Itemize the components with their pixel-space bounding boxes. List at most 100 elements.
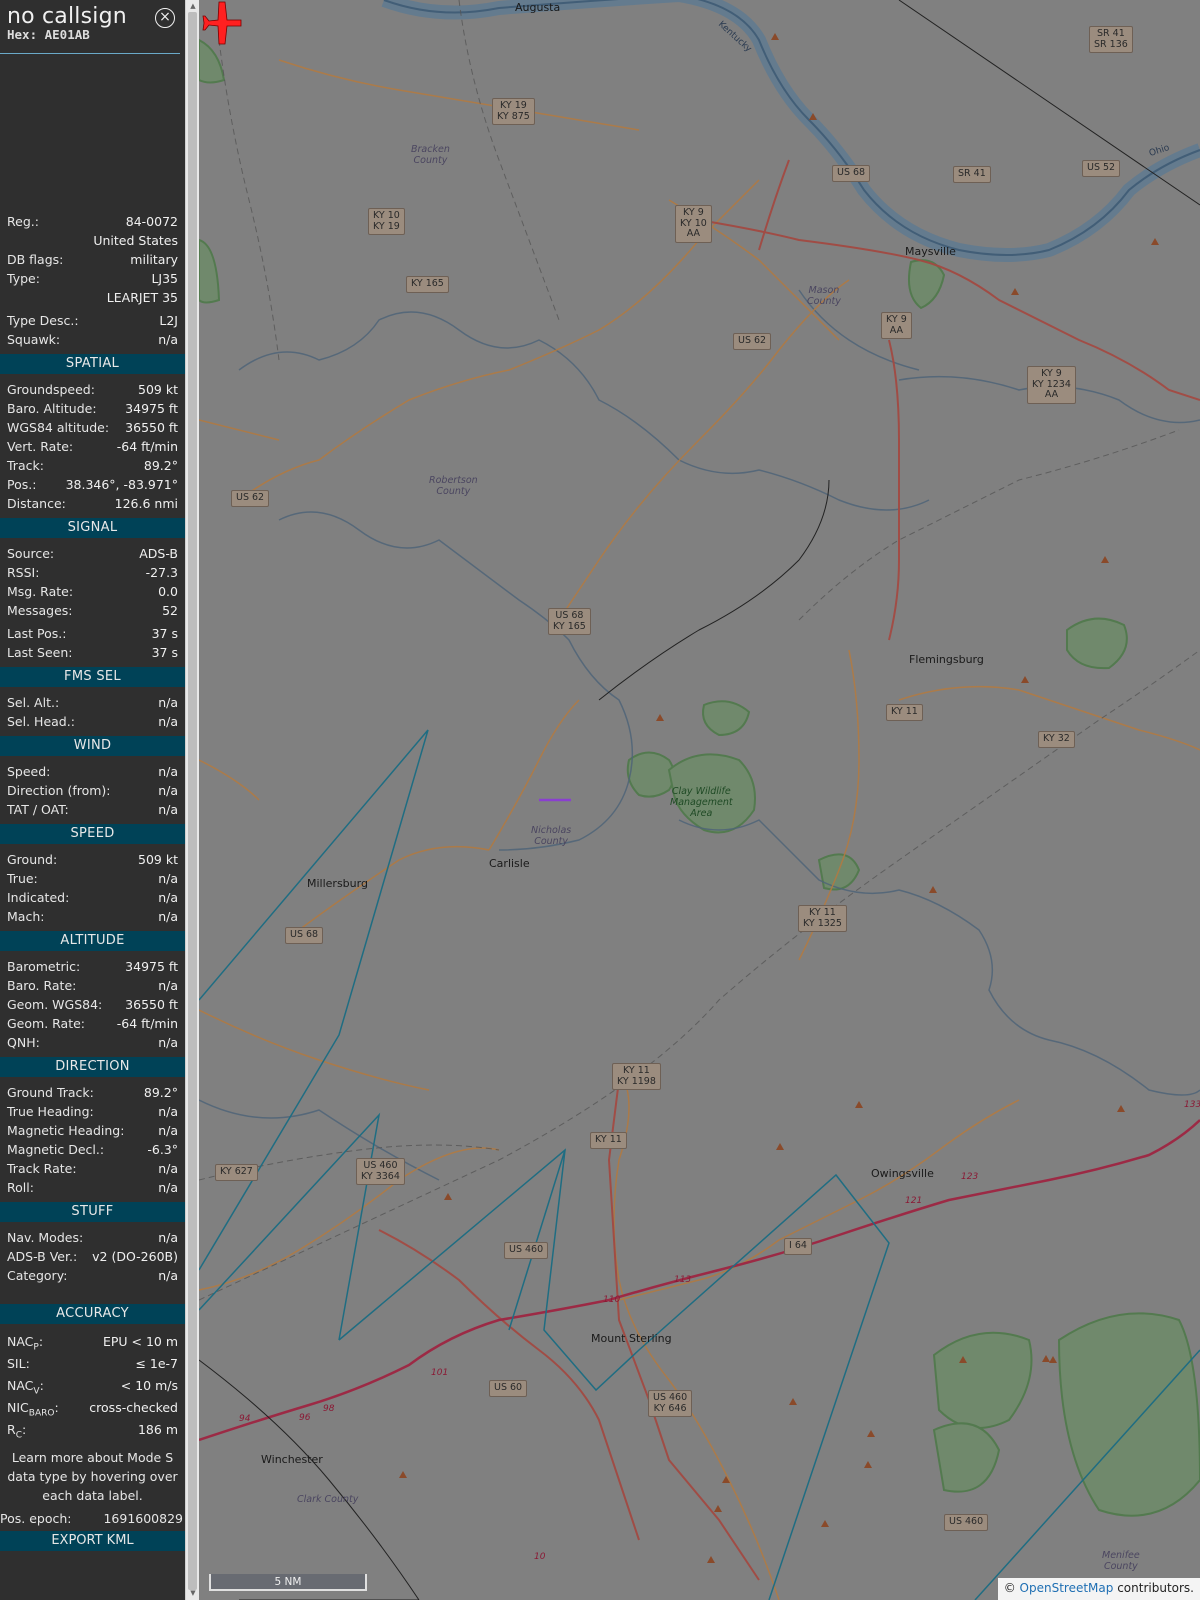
info-row-dbflags: DB flags: military xyxy=(0,250,185,269)
place-mount-sterling: Mount Sterling xyxy=(591,1332,672,1345)
section-spatial[interactable]: SPATIAL xyxy=(0,354,185,374)
stuff-rows: Nav. Modes: n/a ADS-B Ver.: v2 (DO-260B) Cat… xyxy=(0,1228,185,1285)
section-altitude[interactable]: ALTITUDE xyxy=(0,931,185,951)
field-label: Roll: xyxy=(7,1180,34,1195)
field-value: -6.3° xyxy=(147,1142,178,1157)
attribution-suffix: contributors. xyxy=(1117,1581,1194,1595)
info-row: Messages: 52 xyxy=(0,601,185,620)
route-shield: KY 11 xyxy=(886,704,923,721)
nacv-label: NACV: xyxy=(7,1377,44,1396)
section-fms[interactable]: FMS SEL xyxy=(0,667,185,687)
route-shield: US 68 xyxy=(285,927,324,944)
exit-number: 96 xyxy=(299,1413,311,1423)
openstreetmap-link[interactable]: OpenStreetMap xyxy=(1020,1581,1114,1595)
field-value: n/a xyxy=(158,871,178,886)
field-value: 0.0 xyxy=(158,584,178,599)
info-row: RSSI: -27.3 xyxy=(0,563,185,582)
reg-label: Reg.: xyxy=(7,214,39,229)
field-value: 34975 ft xyxy=(125,401,178,416)
field-label: Mach: xyxy=(7,909,45,924)
place-owingsville: Owingsville xyxy=(871,1167,934,1180)
route-shield: KY 9 AA xyxy=(881,312,912,339)
field-label: Last Seen: xyxy=(7,645,73,660)
exit-number: 101 xyxy=(431,1368,449,1378)
section-wind[interactable]: WIND xyxy=(0,736,185,756)
nacp-value: EPU < 10 m xyxy=(102,1333,178,1349)
info-row: Mach: n/a xyxy=(0,907,185,926)
scrollbar-thumb[interactable] xyxy=(188,12,197,1590)
field-label: TAT / OAT: xyxy=(7,802,69,817)
route-shield: SR 41 SR 136 xyxy=(1089,26,1133,53)
type-label: Type: xyxy=(7,271,40,286)
route-shield: KY 9 KY 10 AA xyxy=(675,205,712,243)
route-shield: US 460 xyxy=(944,1514,989,1531)
close-icon[interactable]: × xyxy=(155,8,175,28)
accuracy-row-nacp: NACP: EPU < 10 m xyxy=(0,1330,185,1352)
exit-number: 123 xyxy=(961,1172,979,1182)
field-label: Nav. Modes: xyxy=(7,1230,84,1245)
field-label: Msg. Rate: xyxy=(7,584,74,599)
info-row: Distance: 126.6 nmi xyxy=(0,494,185,513)
info-row: Geom. Rate: -64 ft/min xyxy=(0,1014,185,1033)
country-value: United States xyxy=(93,233,178,248)
epoch-label: Pos. epoch: xyxy=(0,1511,72,1526)
squawk-label: Squawk: xyxy=(7,332,61,347)
info-row: True: n/a xyxy=(0,869,185,888)
field-label: Track Rate: xyxy=(7,1161,77,1176)
aircraft-header: no callsign Hex: AE01AB × xyxy=(0,0,180,54)
place-millersburg: Millersburg xyxy=(307,877,368,890)
field-label: ADS-B Ver.: xyxy=(7,1249,78,1264)
section-accuracy[interactable]: ACCURACY xyxy=(0,1304,185,1324)
field-label: Sel. Alt.: xyxy=(7,695,60,710)
info-row: Track Rate: n/a xyxy=(0,1159,185,1178)
squawk-value: n/a xyxy=(158,332,178,347)
field-label: Direction (from): xyxy=(7,783,111,798)
route-shield: US 62 xyxy=(733,333,772,350)
info-row: Magnetic Decl.: -6.3° xyxy=(0,1140,185,1159)
exit-number: 113 xyxy=(674,1275,692,1285)
info-row-type-name: LEARJET 35 xyxy=(0,288,185,307)
accuracy-row-rc: RC: 186 m xyxy=(0,1418,185,1440)
export-kml-button[interactable]: EXPORT KML xyxy=(0,1531,185,1551)
reg-value: 84-0072 xyxy=(125,214,178,229)
info-row: Source: ADS-B xyxy=(0,544,185,563)
typedesc-value: L2J xyxy=(159,313,178,328)
callsign-title: no callsign xyxy=(7,4,127,29)
aircraft-icon[interactable] xyxy=(199,0,245,46)
sidebar-scrollbar[interactable]: ▲ ▼ xyxy=(185,0,199,1600)
field-value: n/a xyxy=(158,764,178,779)
place-carlisle: Carlisle xyxy=(489,857,530,870)
info-row: Track: 89.2° xyxy=(0,456,185,475)
info-row: Baro. Rate: n/a xyxy=(0,976,185,995)
nacp-label: NACP: xyxy=(7,1333,44,1352)
scroll-down-arrow-icon[interactable]: ▼ xyxy=(188,1588,198,1598)
map-view[interactable]: Augusta Maysville Flemingsburg Carlisle … xyxy=(199,0,1200,1600)
field-label: Indicated: xyxy=(7,890,70,905)
section-speed[interactable]: SPEED xyxy=(0,824,185,844)
section-direction[interactable]: DIRECTION xyxy=(0,1057,185,1077)
field-value: n/a xyxy=(158,714,178,729)
field-label: Last Pos.: xyxy=(7,626,67,641)
field-value: 37 s xyxy=(151,645,178,660)
field-label: Magnetic Heading: xyxy=(7,1123,125,1138)
dbflags-label: DB flags: xyxy=(7,252,64,267)
field-value: 52 xyxy=(162,603,178,618)
route-shield: KY 11 KY 1198 xyxy=(612,1063,661,1090)
place-augusta: Augusta xyxy=(515,1,561,14)
exit-number: 110 xyxy=(603,1295,621,1305)
field-label: Ground Track: xyxy=(7,1085,94,1100)
field-value: 509 kt xyxy=(138,382,178,397)
info-row: Ground Track: 89.2° xyxy=(0,1083,185,1102)
hex-code: Hex: AE01AB xyxy=(7,27,90,42)
accuracy-row-nacv: NACV: < 10 m/s xyxy=(0,1374,185,1396)
place-flemingsburg: Flemingsburg xyxy=(909,653,984,666)
field-label: Baro. Rate: xyxy=(7,978,77,993)
scroll-up-arrow-icon[interactable]: ▲ xyxy=(188,1,198,11)
section-signal[interactable]: SIGNAL xyxy=(0,518,185,538)
info-row: Msg. Rate: 0.0 xyxy=(0,582,185,601)
county-clark: Clark County xyxy=(297,1494,359,1505)
section-stuff[interactable]: STUFF xyxy=(0,1202,185,1222)
nic-value: cross-checked xyxy=(89,1399,178,1415)
sil-label: SIL: xyxy=(7,1355,30,1371)
type-value: LJ35 xyxy=(151,271,178,286)
